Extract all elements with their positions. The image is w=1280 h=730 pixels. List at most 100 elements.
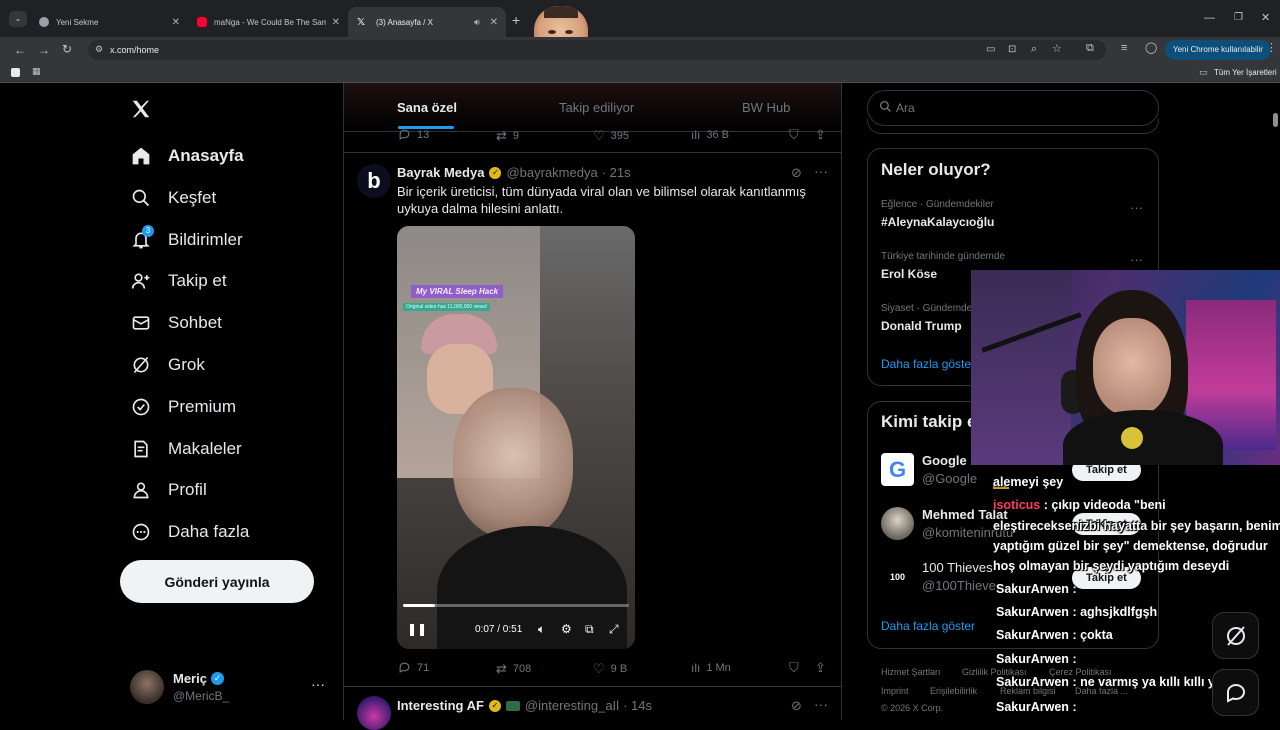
pause-icon[interactable]: ❚❚ [407, 622, 427, 636]
views-button[interactable]: ılı 1 Mn [691, 661, 731, 675]
tweet-time[interactable]: · 21s [602, 165, 631, 180]
more-dots-icon[interactable]: ··· [1130, 200, 1143, 215]
settings-icon[interactable]: ⚙ [561, 622, 572, 636]
volume-icon[interactable]: 🔈︎ [538, 622, 545, 637]
tab-youtube[interactable]: maNga - We Could Be The Sam ✕ [188, 7, 348, 37]
tweet-avatar[interactable] [357, 696, 391, 730]
cast-icon[interactable]: ▭ [986, 45, 995, 55]
nav-item-more[interactable]: Daha fazla [130, 517, 249, 547]
tweet-author-name[interactable]: Bayrak Medya [397, 165, 484, 180]
nav-item-premium[interactable]: Premium [130, 392, 236, 422]
nav-item-home[interactable]: Anasayfa [130, 141, 244, 171]
all-bookmarks-link[interactable]: Tüm Yer İşaretleri [1214, 68, 1277, 77]
more-dots-icon[interactable]: ··· [311, 676, 325, 692]
tweet-handle[interactable]: @bayrakmedya [506, 165, 597, 180]
trend-item[interactable]: Siyaset · Gündemde Donald Trump [881, 303, 972, 333]
tab-new-tab[interactable]: Yeni Sekme ✕ [30, 7, 188, 37]
tweet-handle[interactable]: @interesting_aIl [525, 698, 619, 713]
sidebar-icon[interactable] [11, 68, 20, 77]
nav-item-explore[interactable]: Keşfet [130, 183, 216, 213]
share-icon[interactable]: ⇪ [815, 127, 826, 143]
tab-for-you[interactable]: Sana özel [397, 100, 457, 115]
bookmark-star-icon[interactable]: ☆ [1052, 44, 1062, 55]
views-button[interactable]: ılı 36 B [691, 128, 729, 142]
restore-button[interactable]: ❐ [1234, 13, 1243, 23]
chrome-update-button[interactable]: Yeni Chrome kullanılabilir [1165, 40, 1271, 60]
close-icon[interactable]: ✕ [490, 17, 498, 28]
show-more-link[interactable]: Daha fazla göster [881, 619, 975, 633]
post-button[interactable]: Gönderi yayınla [120, 560, 314, 603]
new-tab-button[interactable]: + [512, 13, 520, 27]
pip-icon[interactable]: ⧉ [585, 622, 594, 637]
profile-icon[interactable]: ◯ [1145, 43, 1157, 54]
forward-icon[interactable]: → [38, 44, 50, 56]
messages-floating-button[interactable] [1212, 669, 1259, 716]
back-icon[interactable]: ← [14, 44, 26, 56]
speaker-icon[interactable]: 🔊︎ [474, 17, 480, 28]
tab-following[interactable]: Takip ediliyor [559, 100, 634, 115]
nav-item-grok[interactable]: Grok [130, 350, 205, 380]
video-progress-fill [403, 604, 435, 607]
media-icon[interactable]: ≡ [1121, 43, 1127, 54]
like-button[interactable]: ♡ 395 [593, 128, 629, 144]
footer-link[interactable]: Erişilebilirlik [930, 686, 977, 696]
tweet-video[interactable]: My VIRAL Sleep Hack Original video has 1… [397, 226, 635, 649]
address-bar[interactable]: ⚙ x.com/home ▭ ⊡ ⌕ ☆ [88, 40, 1106, 60]
repost-button[interactable]: ⇄ 9 [496, 128, 519, 144]
like-button[interactable]: ♡ 9 B [593, 661, 627, 677]
nav-item-chat[interactable]: Sohbet [130, 308, 222, 338]
nav-item-notifications[interactable]: 3 Bildirimler [130, 225, 243, 255]
grok-icon [1226, 625, 1245, 646]
tab-search-button[interactable]: ⌄ [9, 11, 27, 27]
scrollbar[interactable] [1273, 113, 1278, 127]
close-icon[interactable]: ✕ [332, 17, 340, 28]
tab-x-home[interactable]: 𝕏 (3) Anasayfa / X 🔊︎ ✕ [348, 7, 506, 37]
minimize-button[interactable]: — [1204, 13, 1215, 24]
tweet-avatar[interactable]: b [357, 164, 391, 198]
nav-item-follow[interactable]: Takip et [130, 266, 227, 296]
chat-text: : çokta [1072, 628, 1113, 642]
nav-label: Premium [168, 397, 237, 416]
x-logo[interactable] [130, 98, 152, 120]
more-dots-icon[interactable]: ··· [1130, 252, 1143, 267]
share-icon[interactable]: ⇪ [815, 660, 826, 676]
fullscreen-icon[interactable]: ⤢ [609, 622, 619, 637]
nav-label: Keşfet [168, 188, 217, 207]
trend-item[interactable]: Eğlence · Gündemdekiler #AleynaKalaycıoğ… [881, 199, 994, 229]
bookmark-icon[interactable]: ⛉ [789, 660, 799, 676]
grok-icon[interactable]: ⊘ [791, 698, 802, 714]
video-progress-track[interactable] [403, 604, 629, 607]
more-dots-icon[interactable]: ··· [814, 696, 828, 712]
footer-link[interactable]: Hizmet Şartları [881, 667, 941, 677]
account-handle: @MericB_ [173, 689, 230, 703]
nav-item-profile[interactable]: Profil [130, 475, 207, 505]
install-icon[interactable]: ⊡ [1008, 45, 1016, 55]
grok-icon[interactable]: ⊘ [791, 165, 802, 181]
chat-text: : çıkıp videoda "beni [1043, 498, 1166, 512]
footer-link[interactable]: Imprint [881, 686, 909, 696]
nav-label: Anasayfa [168, 146, 244, 165]
account-switcher[interactable]: Meriç ✓ @MericB_ ··· [130, 670, 330, 706]
site-info-icon[interactable]: ⚙ [95, 45, 103, 54]
trends-title: Neler oluyor? [881, 160, 991, 179]
more-dots-icon[interactable]: ··· [814, 163, 828, 179]
extensions-icon[interactable]: ⧉ [1086, 43, 1094, 54]
nav-item-articles[interactable]: Makaleler [130, 434, 242, 464]
reload-icon[interactable]: ↻ [62, 43, 72, 55]
copyright: © 2026 X Corp. [881, 703, 944, 713]
repost-button[interactable]: ⇄ 708 [496, 661, 531, 677]
tab-bw-hub[interactable]: BW Hub [742, 100, 790, 115]
bookmark-icon[interactable]: ⛉ [789, 127, 799, 143]
close-window-button[interactable]: ✕ [1261, 13, 1270, 24]
tweet-author-name[interactable]: Interesting AF [397, 698, 484, 713]
tweet-time[interactable]: · 14s [623, 698, 652, 713]
show-more-link[interactable]: Daha fazla göster [881, 357, 975, 371]
grok-floating-button[interactable] [1212, 612, 1259, 659]
close-icon[interactable]: ✕ [172, 17, 180, 28]
reply-button[interactable]: 71 [398, 661, 429, 674]
zoom-icon[interactable]: ⌕ [1031, 44, 1037, 55]
reply-button[interactable]: 13 [398, 128, 429, 141]
apps-icon[interactable]: ▦ [32, 67, 41, 76]
view-count: 36 B [706, 129, 729, 141]
menu-icon[interactable]: ⋮ [1266, 43, 1277, 54]
